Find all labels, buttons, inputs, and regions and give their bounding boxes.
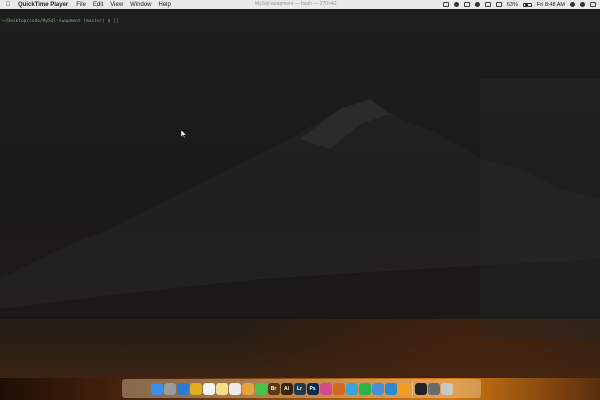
sublime-icon[interactable]	[332, 382, 345, 395]
terminal-icon[interactable]	[414, 382, 427, 395]
finder-icon[interactable]	[150, 382, 163, 395]
downloads-icon[interactable]	[427, 382, 440, 395]
window-title: MySql-swapment — bash — 270×42	[255, 1, 337, 7]
status-area: 63% Fri 8:48 AM	[442, 0, 596, 9]
menu-help[interactable]: Help	[159, 2, 171, 8]
app-menu[interactable]: QuickTime Player	[18, 2, 68, 8]
preview-icon[interactable]	[345, 382, 358, 395]
trash-icon[interactable]	[440, 382, 453, 395]
display-icon[interactable]	[463, 2, 470, 7]
battery-percent[interactable]: 63%	[507, 2, 518, 8]
lightroom-icon[interactable]: Lr	[293, 382, 306, 395]
appstore-icon[interactable]	[384, 382, 397, 395]
reminders-icon[interactable]	[228, 382, 241, 395]
terminal-window[interactable]: ~/Desktop/code/MySql-swapment (master) $…	[0, 9, 600, 378]
battery-icon[interactable]	[522, 2, 532, 7]
apple-menu-icon[interactable]: 	[4, 2, 12, 8]
spotify-icon[interactable]	[358, 382, 371, 395]
menubar-clock[interactable]: Fri 8:48 AM	[537, 2, 565, 8]
notes-icon[interactable]	[215, 382, 228, 395]
photos-icon[interactable]	[241, 382, 254, 395]
calendar-icon[interactable]	[202, 382, 215, 395]
screen-recording-icon[interactable]	[442, 2, 449, 7]
notification-center-icon[interactable]	[590, 2, 596, 7]
menu-file[interactable]: File	[76, 2, 86, 8]
menu-view[interactable]: View	[110, 2, 123, 8]
dropbox-icon[interactable]	[453, 2, 459, 7]
background-window	[480, 79, 600, 339]
terminal-prompt[interactable]: ~/Desktop/code/MySql-swapment (master) $…	[2, 19, 119, 24]
launchpad-icon[interactable]	[163, 382, 176, 395]
dock-separator	[411, 381, 413, 396]
chrome-icon[interactable]	[189, 382, 202, 395]
siri-icon[interactable]	[580, 2, 585, 7]
illustrator-icon[interactable]: Ai	[280, 382, 293, 395]
mouse-pointer-icon	[181, 130, 187, 138]
messages-icon[interactable]	[254, 382, 267, 395]
wifi-icon[interactable]	[484, 2, 491, 7]
spotlight-icon[interactable]	[570, 2, 575, 7]
itunes-icon[interactable]	[319, 382, 332, 395]
safari-icon[interactable]	[176, 382, 189, 395]
bridge-icon[interactable]: Br	[267, 382, 280, 395]
menu-bar:  QuickTime Player File Edit View Window…	[0, 0, 600, 9]
xcode-icon[interactable]	[371, 382, 384, 395]
photoshop-icon[interactable]: Ps	[306, 382, 319, 395]
dock: Br Ai Lr Ps	[122, 379, 481, 398]
menu-edit[interactable]: Edit	[93, 2, 103, 8]
bluetooth-icon[interactable]	[474, 2, 480, 7]
volume-icon[interactable]	[495, 2, 502, 7]
menu-window[interactable]: Window	[130, 2, 151, 8]
sketch-icon[interactable]	[397, 382, 410, 395]
